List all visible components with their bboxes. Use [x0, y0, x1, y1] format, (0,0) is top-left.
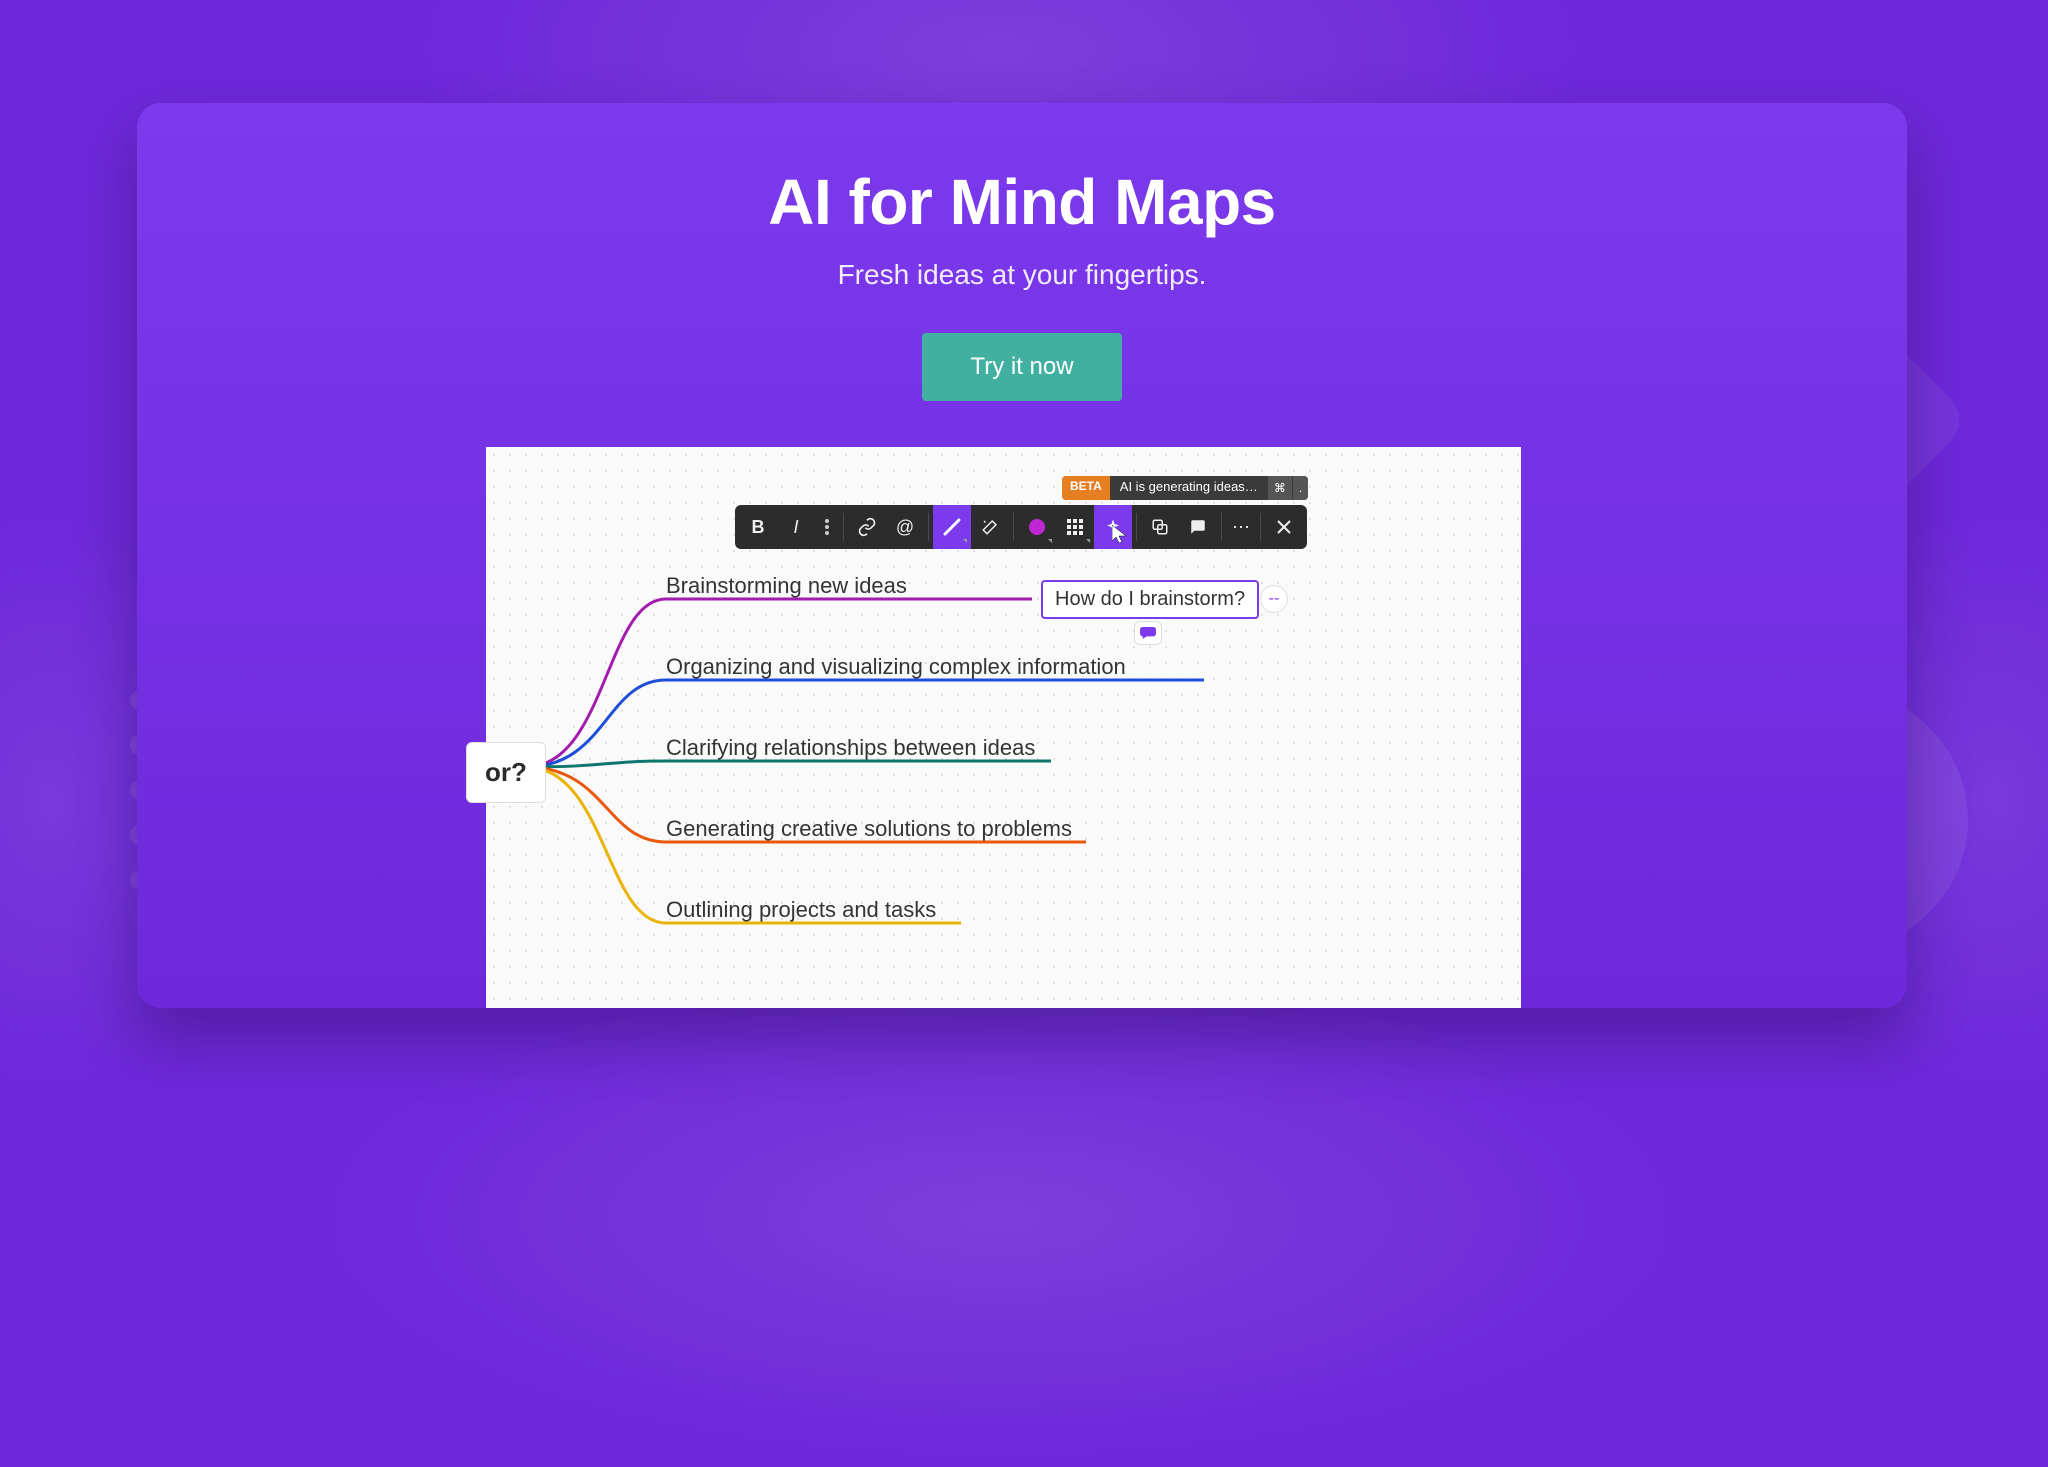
- hero-subtitle: Fresh ideas at your fingertips.: [137, 259, 1907, 291]
- wand-icon[interactable]: [971, 505, 1009, 549]
- kbd-dot: .: [1293, 476, 1308, 500]
- mention-icon[interactable]: @: [886, 505, 924, 549]
- fill-color-icon[interactable]: [1018, 505, 1056, 549]
- branch-label[interactable]: Outlining projects and tasks: [666, 897, 936, 923]
- copy-icon[interactable]: [1141, 505, 1179, 549]
- mindmap-root-node[interactable]: or?: [466, 742, 546, 803]
- bold-icon[interactable]: B: [739, 505, 777, 549]
- hero-card: AI for Mind Maps Fresh ideas at your fin…: [137, 103, 1907, 1008]
- ai-icon[interactable]: [1094, 505, 1132, 549]
- app-screenshot: BETA AI is generating ideas… ⌘ . B I @: [486, 447, 1521, 1008]
- comment-icon[interactable]: [1179, 505, 1217, 549]
- overflow-icon[interactable]: ⋯: [1226, 505, 1256, 549]
- node-ai-tag-icon[interactable]: [1134, 621, 1162, 645]
- more-text-icon[interactable]: [815, 505, 839, 549]
- beta-badge: BETA: [1062, 476, 1110, 500]
- ai-tooltip: BETA AI is generating ideas… ⌘ .: [1062, 476, 1308, 500]
- branch-label[interactable]: Generating creative solutions to problem…: [666, 816, 1072, 842]
- grid-icon[interactable]: [1056, 505, 1094, 549]
- kbd-cmd: ⌘: [1268, 476, 1292, 500]
- try-it-now-button[interactable]: Try it now: [922, 333, 1121, 401]
- link-icon[interactable]: [848, 505, 886, 549]
- branch-label[interactable]: Brainstorming new ideas: [666, 573, 907, 599]
- close-icon[interactable]: [1265, 505, 1303, 549]
- line-color-icon[interactable]: [933, 505, 971, 549]
- italic-icon[interactable]: I: [777, 505, 815, 549]
- branch-label[interactable]: Organizing and visualizing complex infor…: [666, 654, 1126, 680]
- node-expand-icon[interactable]: --: [1260, 585, 1288, 613]
- branch-label[interactable]: Clarifying relationships between ideas: [666, 735, 1035, 761]
- tooltip-text: AI is generating ideas…: [1110, 476, 1268, 500]
- bg-glow: [300, 967, 1700, 1467]
- formatting-toolbar: B I @: [735, 505, 1307, 549]
- hero-title: AI for Mind Maps: [137, 165, 1907, 239]
- mindmap-sub-node[interactable]: How do I brainstorm?: [1041, 580, 1259, 619]
